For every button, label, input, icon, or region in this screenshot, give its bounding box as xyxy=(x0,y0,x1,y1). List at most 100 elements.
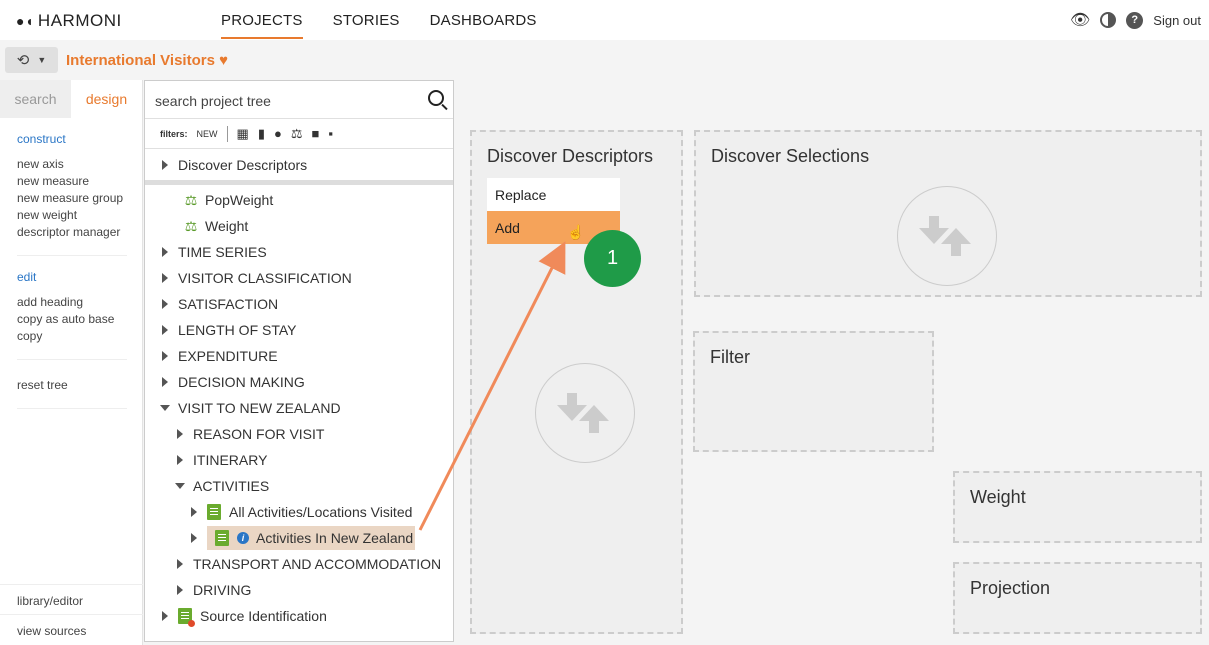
caret-right-icon[interactable] xyxy=(162,160,168,170)
tree-item-visitor-classification[interactable]: VISITOR CLASSIFICATION xyxy=(162,265,352,291)
scale-icon[interactable]: ⚖ xyxy=(291,126,303,142)
caret-right-icon[interactable] xyxy=(162,247,168,257)
copy-as-auto-base-link[interactable]: copy as auto base xyxy=(17,311,142,328)
edit-heading[interactable]: edit xyxy=(17,270,142,284)
tree-item-decision-making[interactable]: DECISION MAKING xyxy=(162,369,305,395)
caret-right-icon[interactable] xyxy=(162,299,168,309)
copy-link[interactable]: copy xyxy=(17,328,142,345)
heart-icon[interactable]: ♥ xyxy=(219,52,228,69)
selected-tree-item[interactable]: i Activities In New Zealand xyxy=(207,526,416,550)
tree-item-time-series[interactable]: TIME SERIES xyxy=(162,239,267,265)
tree-item-discover-descriptors[interactable]: Discover Descriptors xyxy=(162,152,307,178)
library-editor-link[interactable]: library/editor xyxy=(0,584,143,614)
tree-item-label: VISITOR CLASSIFICATION xyxy=(178,270,352,286)
projection-dropzone[interactable]: Projection xyxy=(953,562,1202,634)
dropzone-title: Discover Descriptors xyxy=(487,146,654,166)
grid-icon[interactable]: ▦ xyxy=(237,126,249,142)
tree-item-driving[interactable]: DRIVING xyxy=(177,577,251,603)
new-measure-group-link[interactable]: new measure group xyxy=(17,190,142,207)
add-heading-link[interactable]: add heading xyxy=(17,294,142,311)
weight-dropzone[interactable]: Weight xyxy=(953,471,1202,543)
brand-name: HARMONI xyxy=(37,11,122,30)
tree-item-popweight[interactable]: ⚖ PopWeight xyxy=(183,187,274,213)
tree-search xyxy=(145,81,453,119)
nav-stories[interactable]: STORIES xyxy=(333,0,400,40)
edit-section: edit add heading copy as auto base copy xyxy=(0,270,142,345)
tree-item-reason-for-visit[interactable]: REASON FOR VISIT xyxy=(177,421,324,447)
divider xyxy=(17,408,127,409)
caret-right-icon[interactable] xyxy=(177,585,183,595)
tab-design[interactable]: design xyxy=(71,80,142,118)
dropzone-title: Filter xyxy=(710,347,750,367)
caret-right-icon[interactable] xyxy=(177,455,183,465)
tree-item-visit-to-nz[interactable]: VISIT TO NEW ZEALAND xyxy=(160,395,341,421)
caret-right-icon[interactable] xyxy=(162,377,168,387)
divider xyxy=(17,255,127,256)
tree-item-itinerary[interactable]: ITINERARY xyxy=(177,447,267,473)
hierarchy-icon[interactable]: ▪ xyxy=(328,126,333,141)
tree-item-satisfaction[interactable]: SATISFACTION xyxy=(162,291,278,317)
caret-right-icon[interactable] xyxy=(177,429,183,439)
tree-item-weight[interactable]: ⚖ Weight xyxy=(183,213,249,239)
top-bar: ●◖ HARMONI PROJECTS STORIES DASHBOARDS 👁… xyxy=(0,0,1209,40)
tree-item-expenditure[interactable]: EXPENDITURE xyxy=(162,343,278,369)
weight-scale-icon: ⚖ xyxy=(184,217,198,234)
history-icon: ⟲ xyxy=(16,52,30,69)
swap-arrows-icon xyxy=(919,216,971,256)
sign-out-link[interactable]: Sign out xyxy=(1153,13,1201,28)
tree-item-activities-nz[interactable]: i Activities In New Zealand xyxy=(191,525,416,551)
caret-right-icon[interactable] xyxy=(162,325,168,335)
left-panel-tabs: search design xyxy=(0,80,142,118)
tree-item-label: SATISFACTION xyxy=(178,296,279,312)
view-sources-link[interactable]: view sources xyxy=(0,614,143,645)
tree-item-label: VISIT TO NEW ZEALAND xyxy=(178,400,341,416)
tab-search[interactable]: search xyxy=(0,80,71,118)
tree-item-length-of-stay[interactable]: LENGTH OF STAY xyxy=(162,317,297,343)
info-icon[interactable]: i xyxy=(237,532,249,544)
descriptor-manager-link[interactable]: descriptor manager xyxy=(17,224,142,241)
filter-new[interactable]: NEW xyxy=(197,129,218,139)
project-bar: ⟲ ▼ International Visitors ♥ xyxy=(0,40,1209,80)
tree-item-all-activities[interactable]: All Activities/Locations Visited xyxy=(191,499,412,525)
contrast-icon[interactable] xyxy=(1100,12,1117,28)
location-pin-icon[interactable]: ● xyxy=(274,126,282,141)
new-measure-link[interactable]: new measure xyxy=(17,173,142,190)
caret-down-icon[interactable] xyxy=(175,483,185,489)
tree-search-input[interactable] xyxy=(155,89,415,113)
caret-down-icon[interactable] xyxy=(160,405,170,411)
history-button[interactable]: ⟲ ▼ xyxy=(5,47,58,73)
caret-right-icon[interactable] xyxy=(162,611,168,621)
help-icon[interactable]: ? xyxy=(1126,11,1144,29)
weight-scale-icon: ⚖ xyxy=(184,191,198,208)
step-badge: 1 xyxy=(584,230,641,287)
dropzone-title: Discover Selections xyxy=(711,146,870,166)
folder-icon[interactable]: ■ xyxy=(311,126,319,141)
caret-right-icon[interactable] xyxy=(162,273,168,283)
filter-dropzone[interactable]: Filter xyxy=(693,331,934,452)
divider xyxy=(17,359,127,360)
caret-right-icon[interactable] xyxy=(191,533,197,543)
filter-divider xyxy=(226,125,228,142)
tree-item-source-identification[interactable]: Source Identification xyxy=(162,603,327,629)
replace-menu-item[interactable]: Replace xyxy=(487,178,620,211)
ruler-icon[interactable]: ▮ xyxy=(258,126,265,142)
new-axis-link[interactable]: new axis xyxy=(17,156,142,173)
tree-item-label: ACTIVITIES xyxy=(193,478,270,494)
search-icon[interactable] xyxy=(428,90,444,106)
nav-dashboards[interactable]: DASHBOARDS xyxy=(430,0,537,40)
tree-item-transport[interactable]: TRANSPORT AND ACCOMMODATION xyxy=(177,551,441,577)
tree-item-activities[interactable]: ACTIVITIES xyxy=(175,473,269,499)
nav-projects[interactable]: PROJECTS xyxy=(221,0,303,39)
tree-item-label: Source Identification xyxy=(200,608,327,624)
new-weight-link[interactable]: new weight xyxy=(17,207,142,224)
logo-mark-icon: ●◖ xyxy=(16,13,34,29)
tree-item-label: TIME SERIES xyxy=(178,244,267,260)
caret-right-icon[interactable] xyxy=(191,507,197,517)
reset-tree-link[interactable]: reset tree xyxy=(17,377,142,394)
eye-icon[interactable]: 👁 xyxy=(1070,10,1090,30)
harmoni-logo[interactable]: ●◖ HARMONI xyxy=(16,11,122,31)
caret-right-icon[interactable] xyxy=(162,351,168,361)
caret-right-icon[interactable] xyxy=(177,559,183,569)
construct-heading[interactable]: construct xyxy=(17,132,142,146)
discover-selections-dropzone[interactable]: Discover Selections xyxy=(694,130,1202,297)
